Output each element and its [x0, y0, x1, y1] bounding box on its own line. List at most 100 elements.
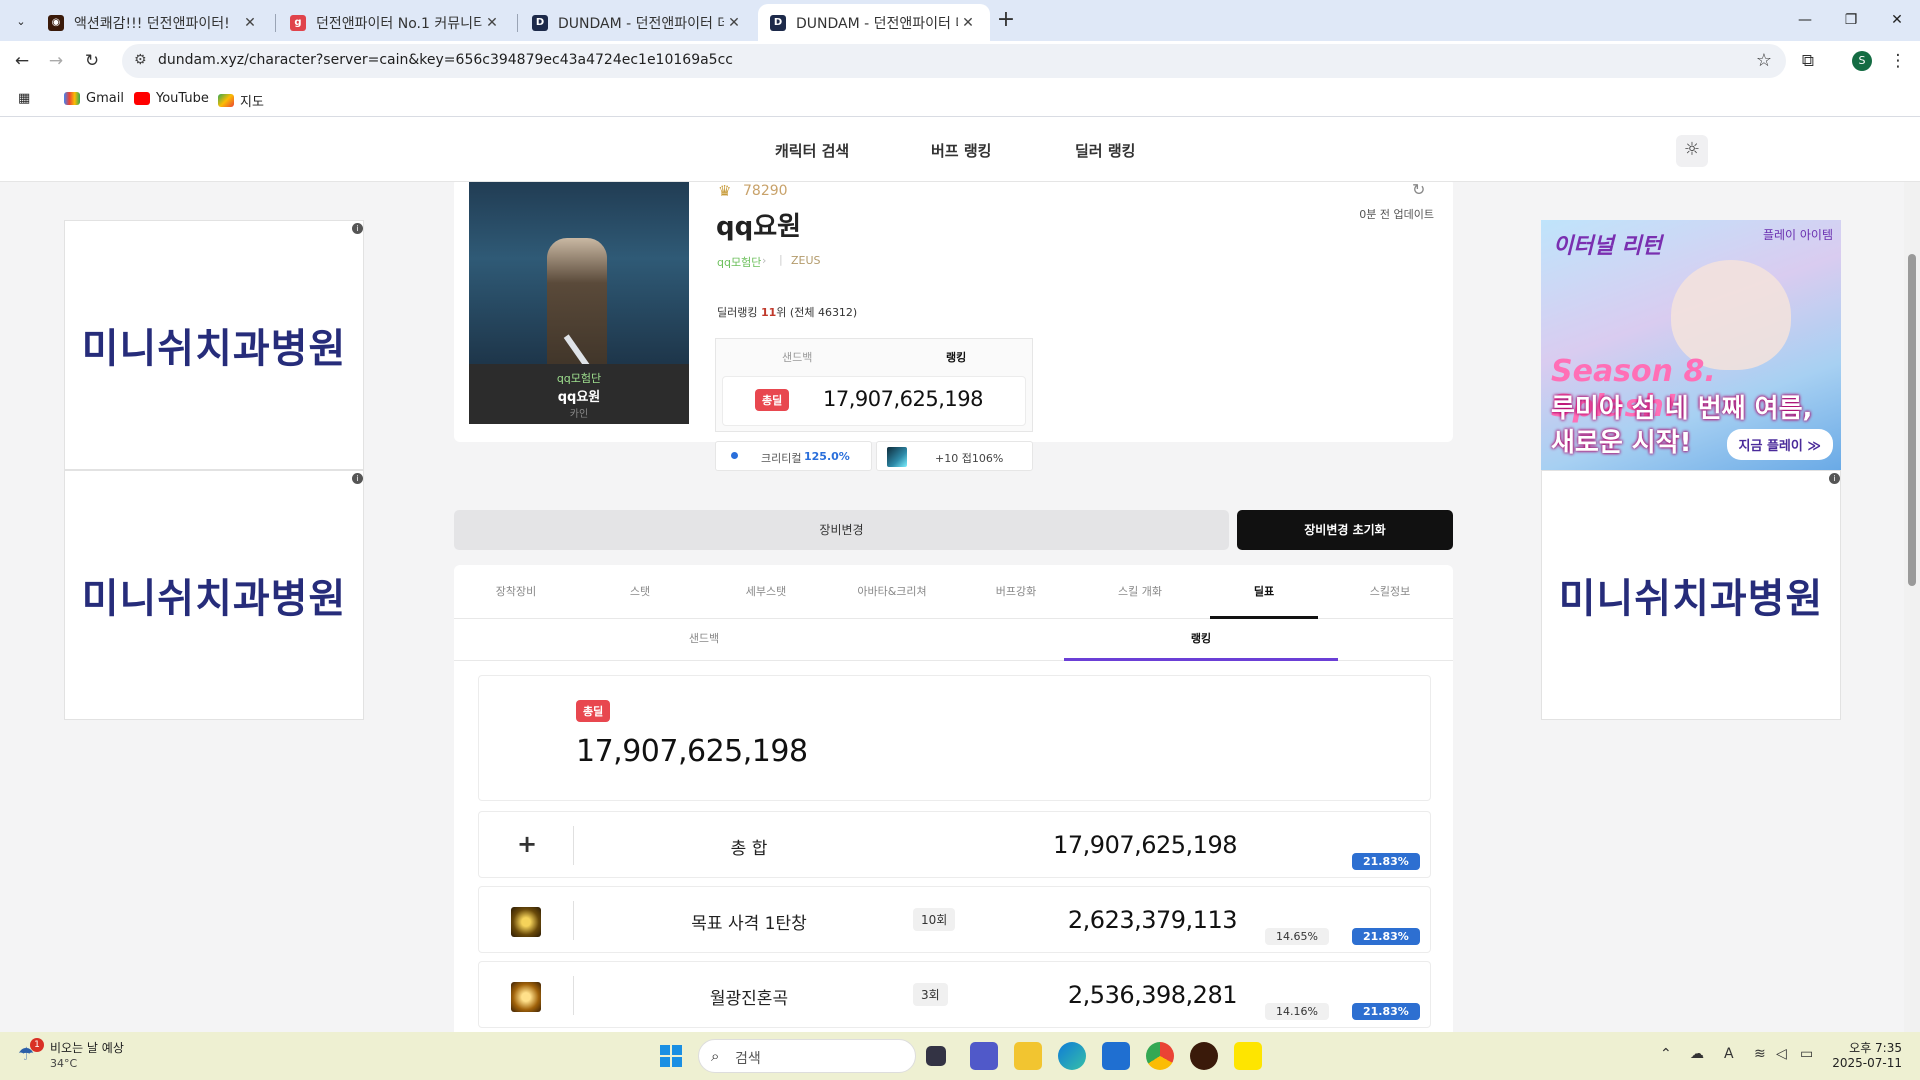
- divider: |: [779, 253, 783, 266]
- profile-avatar[interactable]: S: [1852, 51, 1872, 71]
- item-icon: [887, 447, 907, 467]
- nav-buff-ranking[interactable]: 버프 랭킹: [931, 140, 991, 161]
- theme-toggle-sun-icon[interactable]: ☼: [1676, 135, 1708, 167]
- tab-avatar-creature[interactable]: 아바타&크리쳐: [830, 565, 954, 619]
- tab-buff-enhance[interactable]: 버프강화: [954, 565, 1078, 619]
- browser-toolbar: ← → ↻ ⚙ dundam.xyz/character?server=cain…: [0, 41, 1920, 81]
- tab-damage-table[interactable]: 딜표: [1210, 565, 1318, 619]
- clock-time[interactable]: 오후 7:35: [1838, 1039, 1902, 1056]
- subtab-sandbag[interactable]: 샌드백: [454, 619, 954, 661]
- kakaotalk-icon[interactable]: [1234, 1042, 1262, 1070]
- browser-tab-3[interactable]: D DUNDAM - 던전앤파이터 데미 ✕: [520, 4, 756, 41]
- promo-logo: 이터널 리턴: [1553, 234, 1662, 259]
- refresh-icon[interactable]: ↻: [1412, 180, 1425, 199]
- mini-tab-sandbag[interactable]: 샌드백: [782, 349, 812, 365]
- new-tab-button[interactable]: +: [993, 8, 1019, 34]
- teams-icon[interactable]: [970, 1042, 998, 1070]
- crit-dot-icon: [731, 452, 738, 459]
- fame-value: 78290: [743, 183, 788, 199]
- browser-tab-2[interactable]: g 던전앤파이터 No.1 커뮤니티, ✕: [278, 4, 514, 41]
- chrome-icon[interactable]: [1146, 1042, 1174, 1070]
- dundam-favicon-icon: D: [532, 14, 548, 31]
- tab-equipment[interactable]: 장착장비: [454, 565, 578, 619]
- page-scrollbar[interactable]: [1904, 118, 1920, 1032]
- nav-character-search[interactable]: 캐릭터 검색: [775, 140, 849, 161]
- back-icon[interactable]: ←: [6, 45, 38, 77]
- skill-percent-badge: 21.83%: [1352, 928, 1420, 945]
- portrait-server: 카인: [569, 409, 589, 420]
- plus-icon[interactable]: +: [517, 830, 537, 858]
- taskbar-search[interactable]: ⌕ 검색: [698, 1039, 916, 1073]
- bookmark-star-icon[interactable]: ☆: [1756, 50, 1772, 71]
- mini-tab-ranking[interactable]: 랭킹: [946, 349, 966, 365]
- tab-stats[interactable]: 스탯: [578, 565, 702, 619]
- ad-banner-left-bottom[interactable]: 미니쉬치과병원 i: [64, 470, 364, 720]
- tab-title: 던전앤파이터 No.1 커뮤니티,: [316, 15, 482, 32]
- scrollbar-thumb[interactable]: [1908, 254, 1916, 586]
- promo-tag: 플레이 아이템: [1762, 228, 1833, 242]
- guild-link[interactable]: qq모험단: [717, 254, 761, 270]
- skill-icon-moonlight-requiem: [511, 982, 541, 1012]
- windows-start-icon[interactable]: [660, 1045, 682, 1067]
- skill-count: 10회: [913, 908, 956, 931]
- minimize-button[interactable]: —: [1782, 6, 1828, 34]
- wifi-icon[interactable]: ≋: [1754, 1046, 1766, 1062]
- tab-divider: [517, 14, 518, 32]
- equip-reset-button[interactable]: 장비변경 초기화: [1237, 510, 1453, 550]
- restore-button[interactable]: ❐: [1828, 6, 1874, 34]
- close-tab-icon[interactable]: ✕: [240, 15, 260, 31]
- tab-skill-bloom[interactable]: 스킬 개화: [1078, 565, 1202, 619]
- forward-icon[interactable]: →: [40, 45, 72, 77]
- nav-dealer-ranking[interactable]: 딜러 랭킹: [1075, 140, 1135, 161]
- promo-play-button[interactable]: 지금 플레이 ≫: [1726, 429, 1833, 460]
- ad-text: 미니쉬치과병원: [81, 326, 347, 372]
- onedrive-icon[interactable]: ☁: [1690, 1046, 1704, 1062]
- ad-banner-left-top[interactable]: 미니쉬치과병원 i: [64, 220, 364, 470]
- task-view-icon[interactable]: [926, 1046, 946, 1066]
- tab-search-button[interactable]: ⌄: [8, 8, 34, 34]
- battery-icon[interactable]: ▭: [1800, 1046, 1813, 1062]
- ad-banner-eternal-return[interactable]: 이터널 리턴 플레이 아이템 Season 8. Splash! 루미아 섬 네…: [1541, 220, 1841, 470]
- ad-info-icon[interactable]: i: [352, 473, 363, 484]
- bookmarks-bar: ▦ Gmail YouTube 지도: [0, 81, 1920, 117]
- url-text[interactable]: dundam.xyz/character?server=cain&key=656…: [158, 52, 733, 68]
- bookmark-youtube[interactable]: YouTube: [134, 91, 209, 106]
- extensions-icon[interactable]: ⧉: [1792, 45, 1824, 77]
- equip-change-button[interactable]: 장비변경: [454, 510, 1229, 550]
- fame-trophy-icon: ♛: [718, 182, 732, 200]
- reload-icon[interactable]: ↻: [76, 45, 108, 77]
- weather-title[interactable]: 비오는 날 예상: [50, 1039, 124, 1056]
- skill-damage: 17,907,625,198: [1053, 831, 1237, 859]
- store-icon[interactable]: [1102, 1042, 1130, 1070]
- ad-text: 미니쉬치과병원: [81, 576, 347, 622]
- divider: [573, 901, 574, 940]
- close-tab-icon[interactable]: ✕: [724, 15, 744, 31]
- site-info-icon[interactable]: ⚙: [134, 52, 147, 68]
- ad-banner-right-bottom[interactable]: 미니쉬치과병원 i: [1541, 470, 1841, 720]
- ad-info-icon[interactable]: i: [352, 223, 363, 234]
- subtab-ranking[interactable]: 랭킹: [1064, 619, 1338, 661]
- ad-info-icon[interactable]: i: [1829, 473, 1840, 484]
- bookmark-maps[interactable]: 지도: [218, 91, 264, 110]
- total-damage-value: 17,907,625,198: [576, 734, 808, 769]
- dnf-game-icon[interactable]: [1190, 1042, 1218, 1070]
- tab-detail-stats[interactable]: 세부스탯: [704, 565, 828, 619]
- browser-tab-4-active[interactable]: D DUNDAM - 던전앤파이터 데미 ✕: [758, 4, 990, 41]
- apps-grid-icon[interactable]: ▦: [18, 91, 30, 106]
- ime-icon[interactable]: A: [1724, 1046, 1734, 1062]
- tab-skill-info[interactable]: 스킬정보: [1328, 565, 1452, 619]
- file-explorer-icon[interactable]: [1014, 1042, 1042, 1070]
- close-tab-icon[interactable]: ✕: [482, 15, 502, 31]
- address-bar[interactable]: ⚙ dundam.xyz/character?server=cain&key=6…: [122, 44, 1786, 78]
- portrait-nameplate: qq모험단 qq요원 카인: [469, 364, 689, 424]
- menu-kebab-icon[interactable]: ⋮: [1882, 45, 1914, 77]
- close-tab-icon[interactable]: ✕: [958, 15, 978, 31]
- bookmark-gmail[interactable]: Gmail: [64, 91, 124, 106]
- volume-icon[interactable]: ◁: [1776, 1046, 1787, 1062]
- browser-tab-1[interactable]: ◉ 액션쾌감!!! 던전앤파이터! ✕: [36, 4, 272, 41]
- close-window-button[interactable]: ✕: [1874, 6, 1920, 34]
- ad-text: 미니쉬치과병원: [1558, 576, 1824, 622]
- tray-chevron-up-icon[interactable]: ⌃: [1660, 1046, 1672, 1062]
- edge-icon[interactable]: [1058, 1042, 1086, 1070]
- clock-date[interactable]: 2025-07-11: [1830, 1056, 1902, 1070]
